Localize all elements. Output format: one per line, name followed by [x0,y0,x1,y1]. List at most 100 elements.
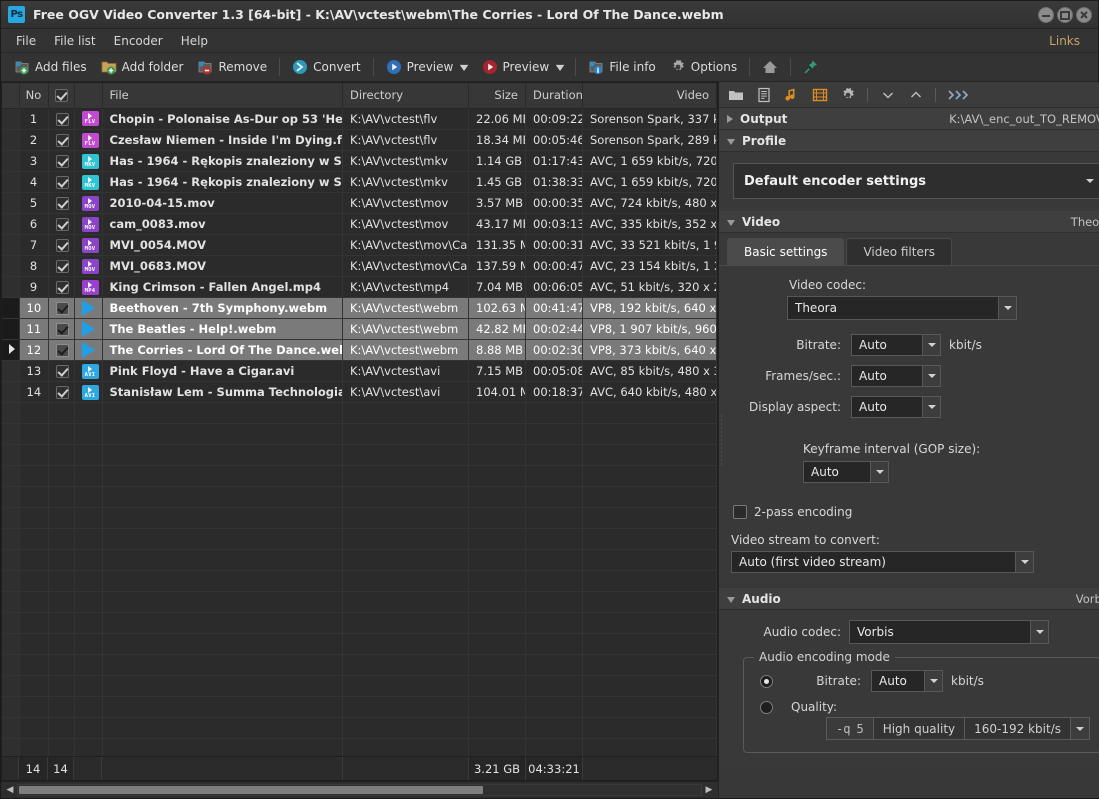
header-checkbox-cell[interactable] [48,83,74,108]
row-checkbox-cell[interactable] [48,214,74,235]
row-checkbox[interactable] [56,239,69,252]
video-gop-chevron-down-icon[interactable] [870,462,888,482]
audio-quality-chevron-down-icon[interactable] [1071,718,1089,739]
audio-bitrate-combobox[interactable]: Auto [871,670,943,692]
row-checkbox-cell[interactable] [48,130,74,151]
row-checkbox[interactable] [56,218,69,231]
video-bitrate-chevron-down-icon[interactable] [922,335,940,355]
row-checkbox[interactable] [56,281,69,294]
folder-icon[interactable] [727,86,744,103]
pin-button[interactable] [796,56,826,79]
file-list-body[interactable]: 1FLVChopin - Polonaise As-Dur op 53 'Her… [2,109,717,757]
table-row[interactable]: 13AVIPink Floyd - Have a Cigar.aviK:\AV\… [2,361,717,382]
chevron-down-icon[interactable] [879,86,896,103]
minimize-button[interactable] [1038,7,1054,23]
row-checkbox-cell[interactable] [48,277,74,298]
audio-quality-radio[interactable] [760,701,773,714]
row-checkbox-cell[interactable] [48,109,74,130]
header-file[interactable]: File [102,83,343,108]
select-all-checkbox[interactable] [55,89,68,102]
row-checkbox-cell[interactable] [48,151,74,172]
two-pass-checkbox[interactable] [733,505,747,519]
video-aspect-chevron-down-icon[interactable] [922,397,940,417]
row-checkbox-cell[interactable] [48,172,74,193]
film-strip-icon[interactable] [811,86,828,103]
convert-button[interactable]: Convert [285,56,367,79]
video-stream-chevron-down-icon[interactable] [1015,552,1033,572]
header-directory[interactable]: Directory [343,83,469,108]
menu-help[interactable]: Help [172,31,217,51]
remove-button[interactable]: Remove [190,56,274,79]
row-checkbox-cell[interactable] [48,319,74,340]
close-button[interactable] [1076,7,1092,23]
row-checkbox-cell[interactable] [48,256,74,277]
table-row[interactable]: 3MKVHas - 1964 - Rękopis znaleziony w Sa… [2,151,717,172]
gear-icon[interactable] [839,86,856,103]
hscroll-thumb[interactable] [19,786,483,794]
two-pass-row[interactable]: 2-pass encoding [733,505,1099,519]
menu-encoder[interactable]: Encoder [105,31,172,51]
preview-blue-button[interactable]: Preview ▼ [379,56,475,79]
table-row[interactable]: 5MOV2010-04-15.movK:\AV\vctest\mov3.57 M… [2,193,717,214]
table-row[interactable]: 7MOVMVI_0054.MOVK:\AV\vctest\mov\Ca...13… [2,235,717,256]
row-checkbox-cell[interactable] [48,298,74,319]
add-folder-button[interactable]: Add folder [94,56,191,79]
row-checkbox[interactable] [56,197,69,210]
menu-file-list[interactable]: File list [45,31,105,51]
tab-basic-settings[interactable]: Basic settings [727,238,844,265]
row-checkbox-cell[interactable] [48,235,74,256]
preview-red-button[interactable]: Preview ▼ [475,56,571,79]
table-row[interactable]: 9MP4King Crimson - Fallen Angel.mp4K:\AV… [2,277,717,298]
tab-video-filters[interactable]: Video filters [846,238,952,265]
header-type-icon[interactable] [74,83,102,108]
table-row[interactable]: 14AVIStanisław Lem - Summa Technologiae … [2,382,717,403]
audio-section-header[interactable]: Audio Vorbis [719,588,1099,610]
audio-codec-chevron-down-icon[interactable] [1030,621,1048,643]
header-size[interactable]: Size [469,83,526,108]
preview-blue-caret-icon[interactable]: ▼ [460,63,469,72]
header-duration[interactable]: Duration [526,83,583,108]
music-note-icon[interactable] [783,86,800,103]
table-row[interactable]: 2FLVCzesław Niemen - Inside I'm Dying.fl… [2,130,717,151]
home-button[interactable] [755,56,785,79]
audio-bitrate-radio[interactable] [760,675,773,688]
row-checkbox-cell[interactable] [48,382,74,403]
row-checkbox[interactable] [56,323,69,336]
row-checkbox[interactable] [56,134,69,147]
scroll-left-icon[interactable]: ◀ [3,785,17,795]
expand-collapse-icon[interactable] [727,115,733,123]
video-bitrate-combobox[interactable]: Auto [851,334,941,356]
file-list-horizontal-scrollbar[interactable]: ◀ ▶ [1,781,718,798]
video-codec-combobox[interactable]: Theora [787,296,1017,320]
output-section-header[interactable]: Output K:\AV\_enc_out_TO_REMOVE [719,108,1099,130]
audio-quality-row[interactable]: Quality: [754,700,1090,714]
add-files-button[interactable]: Add files [7,56,94,79]
row-checkbox[interactable] [56,260,69,273]
profile-section-header[interactable]: Profile [719,130,1099,152]
row-checkbox-cell[interactable] [48,193,74,214]
row-checkbox[interactable] [56,176,69,189]
header-video[interactable]: Video [583,83,717,108]
collapse-icon-video[interactable] [727,220,735,226]
row-checkbox-cell[interactable] [48,361,74,382]
hscroll-track[interactable] [17,784,702,796]
video-gop-combobox[interactable]: Auto [803,461,889,483]
double-chevron-right-icon[interactable] [947,86,973,103]
header-no[interactable]: No [19,83,48,108]
chevron-up-icon[interactable] [907,86,924,103]
file-info-button[interactable]: File info [581,56,662,79]
video-fps-chevron-down-icon[interactable] [922,366,940,386]
video-aspect-combobox[interactable]: Auto [851,396,941,418]
document-icon[interactable] [755,86,772,103]
row-checkbox-cell[interactable] [48,340,74,361]
profile-chevron-down-icon[interactable] [1086,179,1094,183]
audio-quality-control[interactable]: -q 5 High quality 160-192 kbit/s [826,717,1090,740]
audio-codec-combobox[interactable]: Vorbis [849,620,1049,644]
profile-combobox[interactable]: Default encoder settings [733,163,1099,199]
table-row[interactable]: 1FLVChopin - Polonaise As-Dur op 53 'Her… [2,109,717,130]
video-codec-chevron-down-icon[interactable] [998,297,1016,319]
table-row[interactable]: 4MKVHas - 1964 - Rękopis znaleziony w Sa… [2,172,717,193]
video-fps-combobox[interactable]: Auto [851,365,941,387]
table-row[interactable]: 12The Corries - Lord Of The Dance.webmK:… [2,340,717,361]
collapse-icon-audio[interactable] [727,597,735,603]
